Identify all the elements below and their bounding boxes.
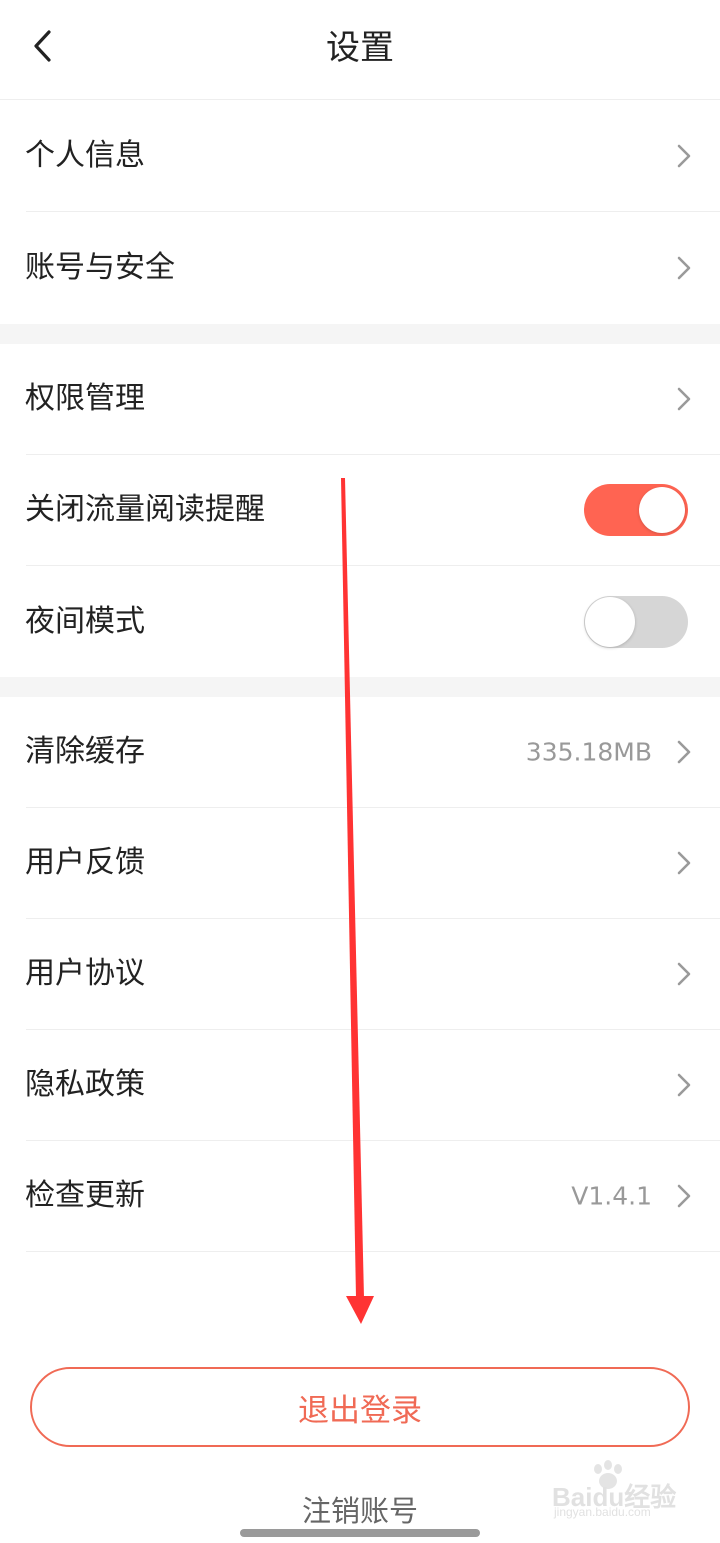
row-privacy-policy[interactable]: 隐私政策 xyxy=(25,1030,720,1141)
chevron-right-icon xyxy=(677,1184,691,1208)
row-label: 用户协议 xyxy=(25,956,145,991)
row-personal-info[interactable]: 个人信息 xyxy=(25,101,720,212)
row-label: 账号与安全 xyxy=(25,249,175,285)
chevron-right-icon xyxy=(677,851,691,875)
baidu-watermark: Baidu经验 jingyan.baidu.com xyxy=(552,1460,692,1529)
row-user-feedback[interactable]: 用户反馈 xyxy=(25,808,720,919)
home-indicator xyxy=(240,1529,480,1537)
row-clear-cache[interactable]: 清除缓存 335.18MB xyxy=(25,697,720,808)
section-divider xyxy=(0,324,720,344)
night-mode-toggle[interactable] xyxy=(584,595,688,648)
chevron-right-icon xyxy=(677,256,691,279)
row-label: 权限管理 xyxy=(25,381,145,416)
row-label: 清除缓存 xyxy=(25,734,145,769)
chevron-right-icon xyxy=(677,962,691,986)
settings-group-other: 清除缓存 335.18MB 用户反馈 用户协议 隐私政策 检查更新 V1.4.1 xyxy=(0,697,720,1252)
row-label: 个人信息 xyxy=(25,138,145,173)
row-data-reading-reminder: 关闭流量阅读提醒 xyxy=(25,455,720,566)
row-label: 关闭流量阅读提醒 xyxy=(25,492,265,527)
chevron-right-icon xyxy=(677,144,691,168)
page-title: 设置 xyxy=(326,28,394,68)
toggle-knob xyxy=(585,596,635,647)
row-label: 检查更新 xyxy=(25,1178,145,1213)
settings-group-account: 个人信息 账号与安全 xyxy=(0,101,720,323)
row-permission-management[interactable]: 权限管理 xyxy=(25,344,720,455)
toggle-knob xyxy=(639,487,685,533)
watermark-url: jingyan.baidu.com xyxy=(554,1505,651,1519)
settings-group-general: 权限管理 关闭流量阅读提醒 夜间模式 xyxy=(0,344,720,677)
row-account-security[interactable]: 账号与安全 xyxy=(25,212,720,323)
chevron-right-icon xyxy=(677,387,691,411)
top-bar: 设置 xyxy=(0,0,720,100)
data-reminder-toggle[interactable] xyxy=(584,484,688,536)
section-divider xyxy=(0,677,720,697)
chevron-right-icon xyxy=(677,740,691,764)
row-user-agreement[interactable]: 用户协议 xyxy=(25,919,720,1030)
row-label: 用户反馈 xyxy=(25,845,145,880)
version-value: V1.4.1 xyxy=(571,1181,652,1211)
row-check-update[interactable]: 检查更新 V1.4.1 xyxy=(25,1141,720,1252)
row-label: 夜间模式 xyxy=(25,603,145,639)
row-label: 隐私政策 xyxy=(25,1067,145,1102)
cache-size-value: 335.18MB xyxy=(525,737,652,767)
chevron-right-icon xyxy=(677,1073,691,1097)
row-night-mode: 夜间模式 xyxy=(25,566,720,677)
logout-button[interactable]: 退出登录 xyxy=(30,1367,690,1447)
